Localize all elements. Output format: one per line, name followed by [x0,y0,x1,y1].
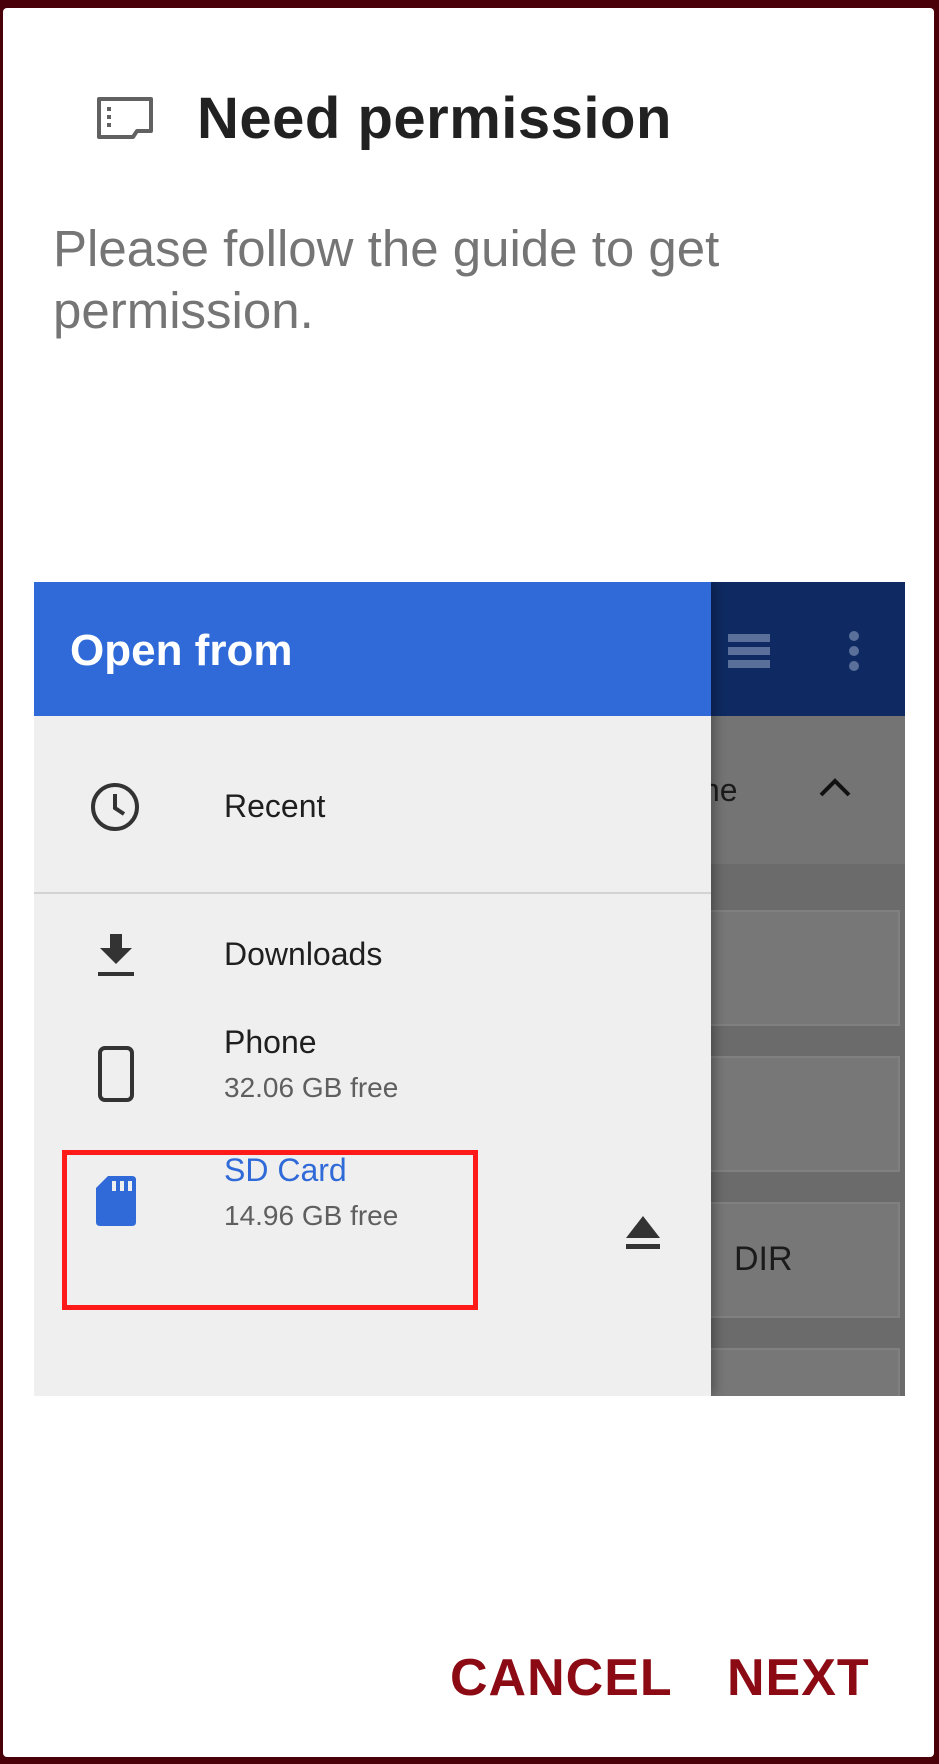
sd-card-highlight-box [62,1150,478,1310]
drawer-item-phone: Phone 32.06 GB free [34,1014,711,1144]
sd-card-outline-icon [97,97,153,139]
drawer-title: Open from [70,626,293,675]
drawer-item-sub: 32.06 GB free [224,1072,399,1103]
drawer-item-label: Downloads [224,936,383,972]
cancel-button[interactable]: CANCEL [450,1648,673,1708]
drawer-item-recent: Recent [34,716,711,892]
permission-dialog: Need permission Please follow the guide … [3,8,934,1757]
eject-icon [626,1216,660,1249]
dialog-title: Need permission [197,85,672,151]
drawer-item-downloads: Downloads [34,894,711,1004]
drawer-header: Open from [34,582,711,716]
phone-icon [98,1046,134,1102]
dialog-header: Need permission [93,78,672,158]
dialog-message: Please follow the guide to get permissio… [53,220,720,339]
drawer-item-label: Phone [224,1024,317,1060]
chevron-up-icon [819,778,851,797]
more-vert-icon [849,631,859,671]
next-button[interactable]: NEXT [727,1648,870,1708]
clock-icon [91,783,139,831]
guide-drawer: Open from Recent Downloads Phone 32.06 G… [34,582,711,1396]
list-view-icon [728,634,770,668]
guide-background-dir-label: DIR [734,1240,793,1278]
drawer-item-label: Recent [224,788,326,824]
guide-image: ne DIR Open from Recent Downloads Phone … [34,582,905,1396]
download-icon [98,934,134,976]
